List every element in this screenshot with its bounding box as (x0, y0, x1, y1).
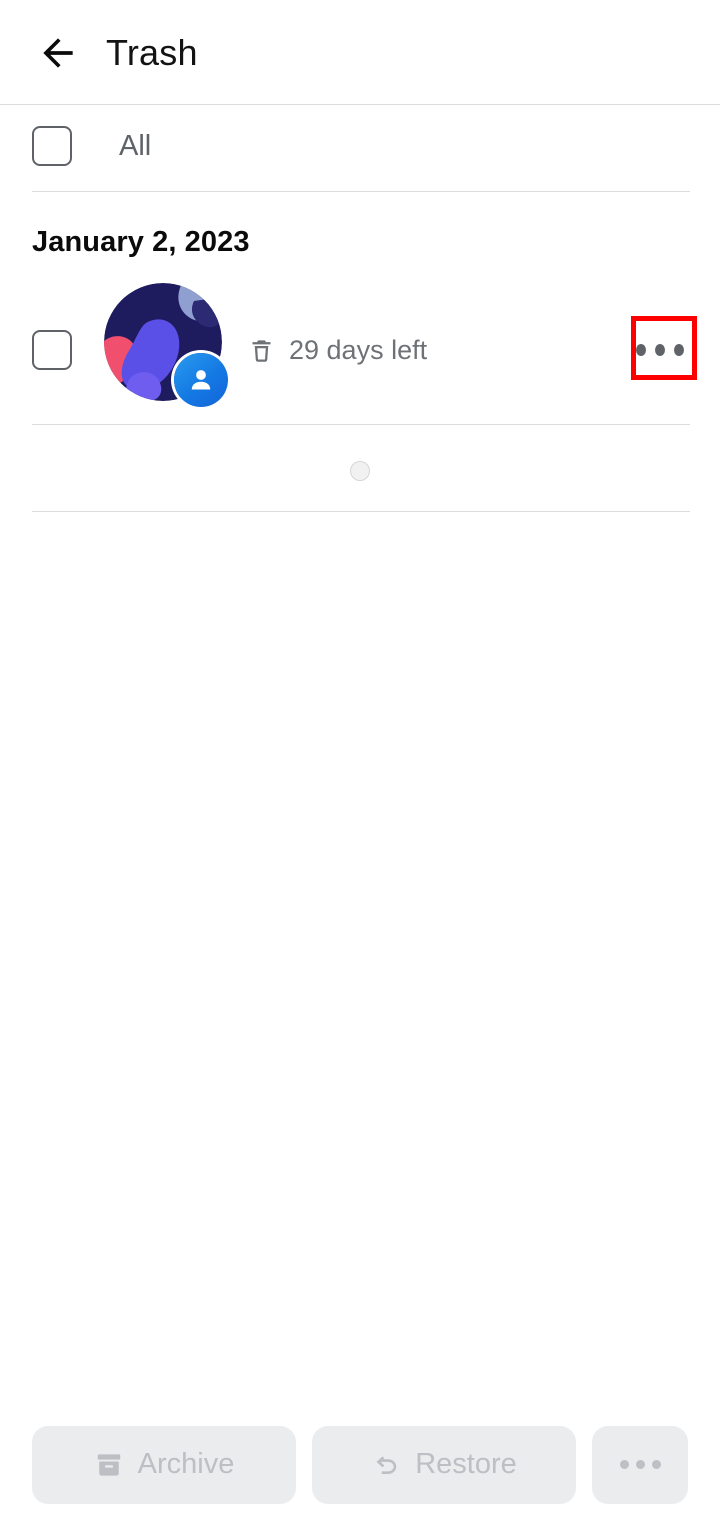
item-more-options-button[interactable] (636, 326, 684, 374)
item-checkbox[interactable] (32, 330, 72, 370)
trash-screen: Trash All January 2, 2023 29 days left A… (0, 0, 720, 1537)
item-divider (32, 424, 690, 425)
person-badge (174, 353, 228, 407)
undo-icon (376, 1455, 397, 1474)
header-divider (0, 104, 720, 105)
avatar[interactable] (104, 283, 228, 407)
days-left-text: 29 days left (289, 334, 428, 365)
more-horizontal-icon (636, 344, 646, 356)
bottom-more-options-button[interactable] (592, 1425, 688, 1504)
table-row[interactable]: 29 days left (0, 283, 720, 407)
archive-label: Archive (137, 1448, 235, 1480)
archive-button[interactable]: Archive (32, 1425, 296, 1504)
more-horizontal-icon (651, 1460, 661, 1469)
loading-divider (32, 511, 690, 512)
date-group-header: January 2, 2023 (32, 226, 250, 258)
restore-label: Restore (415, 1448, 517, 1480)
more-horizontal-icon (619, 1460, 629, 1469)
loading-row (0, 430, 720, 512)
more-horizontal-icon (635, 1460, 645, 1469)
more-horizontal-icon (674, 344, 684, 356)
bottom-action-bar: Archive Restore (0, 1392, 720, 1537)
select-all-label: All (119, 129, 152, 162)
person-icon (191, 370, 211, 390)
trash-icon (252, 339, 271, 362)
status-badge: 29 days left (248, 300, 427, 400)
spinner-icon (350, 461, 370, 481)
select-all-row[interactable]: All (0, 106, 720, 186)
select-all-divider (32, 191, 690, 192)
arrow-left-icon (43, 37, 73, 68)
page-title: Trash (106, 31, 198, 73)
item-checkbox-wrap (32, 330, 72, 370)
back-button[interactable] (30, 25, 86, 81)
select-all-checkbox[interactable] (32, 126, 72, 166)
app-header: Trash (0, 0, 720, 105)
more-horizontal-icon (655, 344, 665, 356)
restore-button[interactable]: Restore (312, 1425, 576, 1504)
archive-icon (97, 1453, 120, 1476)
